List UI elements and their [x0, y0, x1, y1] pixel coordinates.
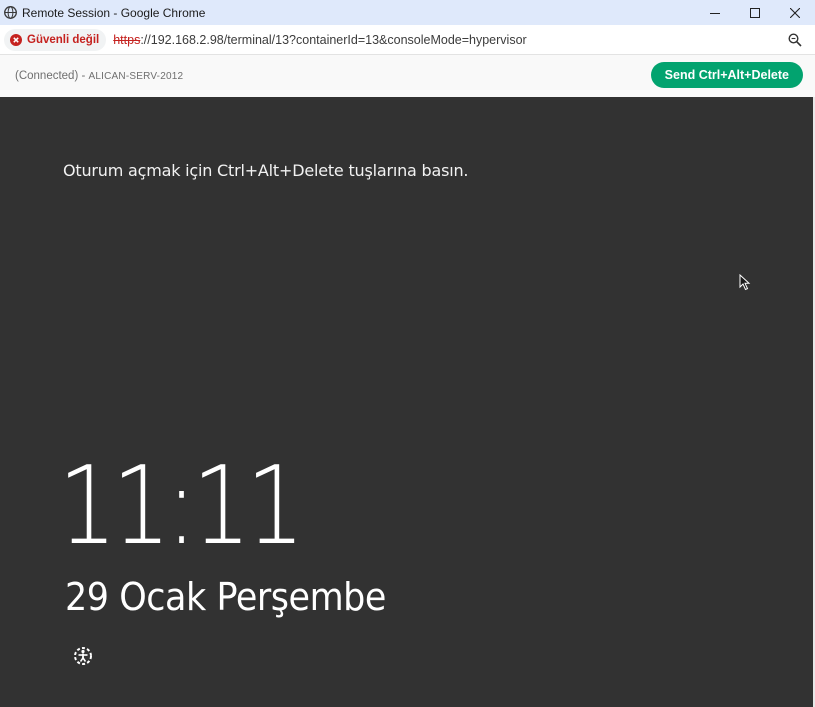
lock-screen-clock: 11:11 [58, 444, 305, 569]
globe-icon [4, 6, 17, 19]
mouse-cursor-icon [739, 273, 751, 291]
session-header: (Connected) - ALICAN-SERV-2012 Send Ctrl… [0, 55, 815, 97]
connection-status: (Connected) - ALICAN-SERV-2012 [15, 70, 183, 82]
close-button[interactable] [775, 0, 815, 25]
ease-of-access-icon[interactable] [72, 645, 94, 667]
close-icon [790, 7, 800, 18]
url-scheme: https [113, 32, 141, 47]
login-prompt: Oturum açmak için Ctrl+Alt+Delete tuşlar… [63, 161, 469, 180]
lock-screen-date: 29 Ocak Perşembe [65, 575, 386, 619]
maximize-icon [750, 7, 760, 18]
security-label: Güvenli değil [27, 33, 100, 46]
send-ctrl-alt-delete-button[interactable]: Send Ctrl+Alt+Delete [650, 62, 803, 88]
security-indicator[interactable]: Güvenli değil [4, 28, 107, 51]
remote-screen[interactable]: Oturum açmak için Ctrl+Alt+Delete tuşlar… [0, 97, 813, 707]
zoom-icon[interactable] [787, 32, 803, 48]
window-title: Remote Session - Google Chrome [22, 5, 206, 20]
address-bar: Güvenli değil https://192.168.2.98/termi… [0, 25, 815, 55]
not-secure-icon [10, 33, 22, 46]
maximize-button[interactable] [735, 0, 775, 25]
url-field[interactable]: https://192.168.2.98/terminal/13?contain… [113, 33, 526, 47]
window-titlebar: Remote Session - Google Chrome [0, 0, 815, 25]
minimize-button[interactable] [695, 0, 735, 25]
status-text: (Connected) - [15, 70, 89, 82]
url-path: ://192.168.2.98/terminal/13?containerId=… [140, 32, 527, 47]
window-controls [695, 0, 815, 25]
minimize-icon [710, 12, 720, 14]
server-name: ALICAN-SERV-2012 [88, 71, 184, 82]
